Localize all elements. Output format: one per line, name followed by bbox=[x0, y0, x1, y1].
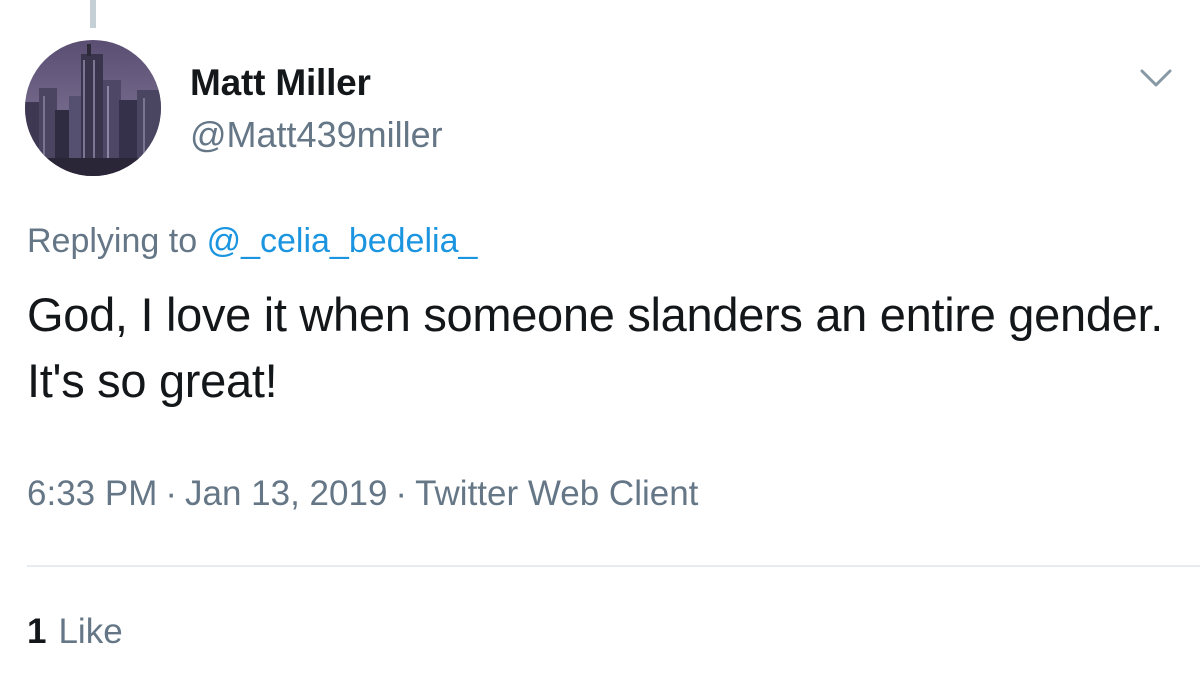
meta-separator: · bbox=[395, 474, 408, 513]
like-count: 1 bbox=[27, 612, 47, 651]
likes-link[interactable]: 1 Like bbox=[27, 612, 123, 652]
tweet-detail: Matt Miller @Matt439miller Replying to @… bbox=[0, 0, 1200, 684]
avatar[interactable] bbox=[25, 40, 161, 176]
thread-connector-line bbox=[90, 0, 96, 28]
replying-to-link[interactable]: @_celia_bedelia_ bbox=[207, 222, 478, 260]
replying-to: Replying to @_celia_bedelia_ bbox=[27, 222, 477, 261]
tweet-date[interactable]: Jan 13, 2019 bbox=[185, 474, 387, 513]
tweet-time[interactable]: 6:33 PM bbox=[27, 474, 157, 513]
tweet-metadata: 6:33 PM · Jan 13, 2019 · Twitter Web Client bbox=[27, 474, 698, 514]
tweet-menu-button[interactable] bbox=[1138, 66, 1174, 90]
city-skyline-avatar-icon bbox=[25, 40, 161, 176]
like-label: Like bbox=[58, 612, 123, 651]
tweet-text: God, I love it when someone slanders an … bbox=[27, 288, 1164, 407]
replying-prefix: Replying to bbox=[27, 222, 198, 260]
meta-separator: · bbox=[165, 474, 178, 513]
divider bbox=[27, 565, 1200, 567]
user-handle[interactable]: @Matt439miller bbox=[190, 114, 443, 156]
tweet-client[interactable]: Twitter Web Client bbox=[415, 474, 698, 513]
chevron-down-icon bbox=[1140, 69, 1172, 87]
display-name[interactable]: Matt Miller bbox=[190, 62, 371, 104]
